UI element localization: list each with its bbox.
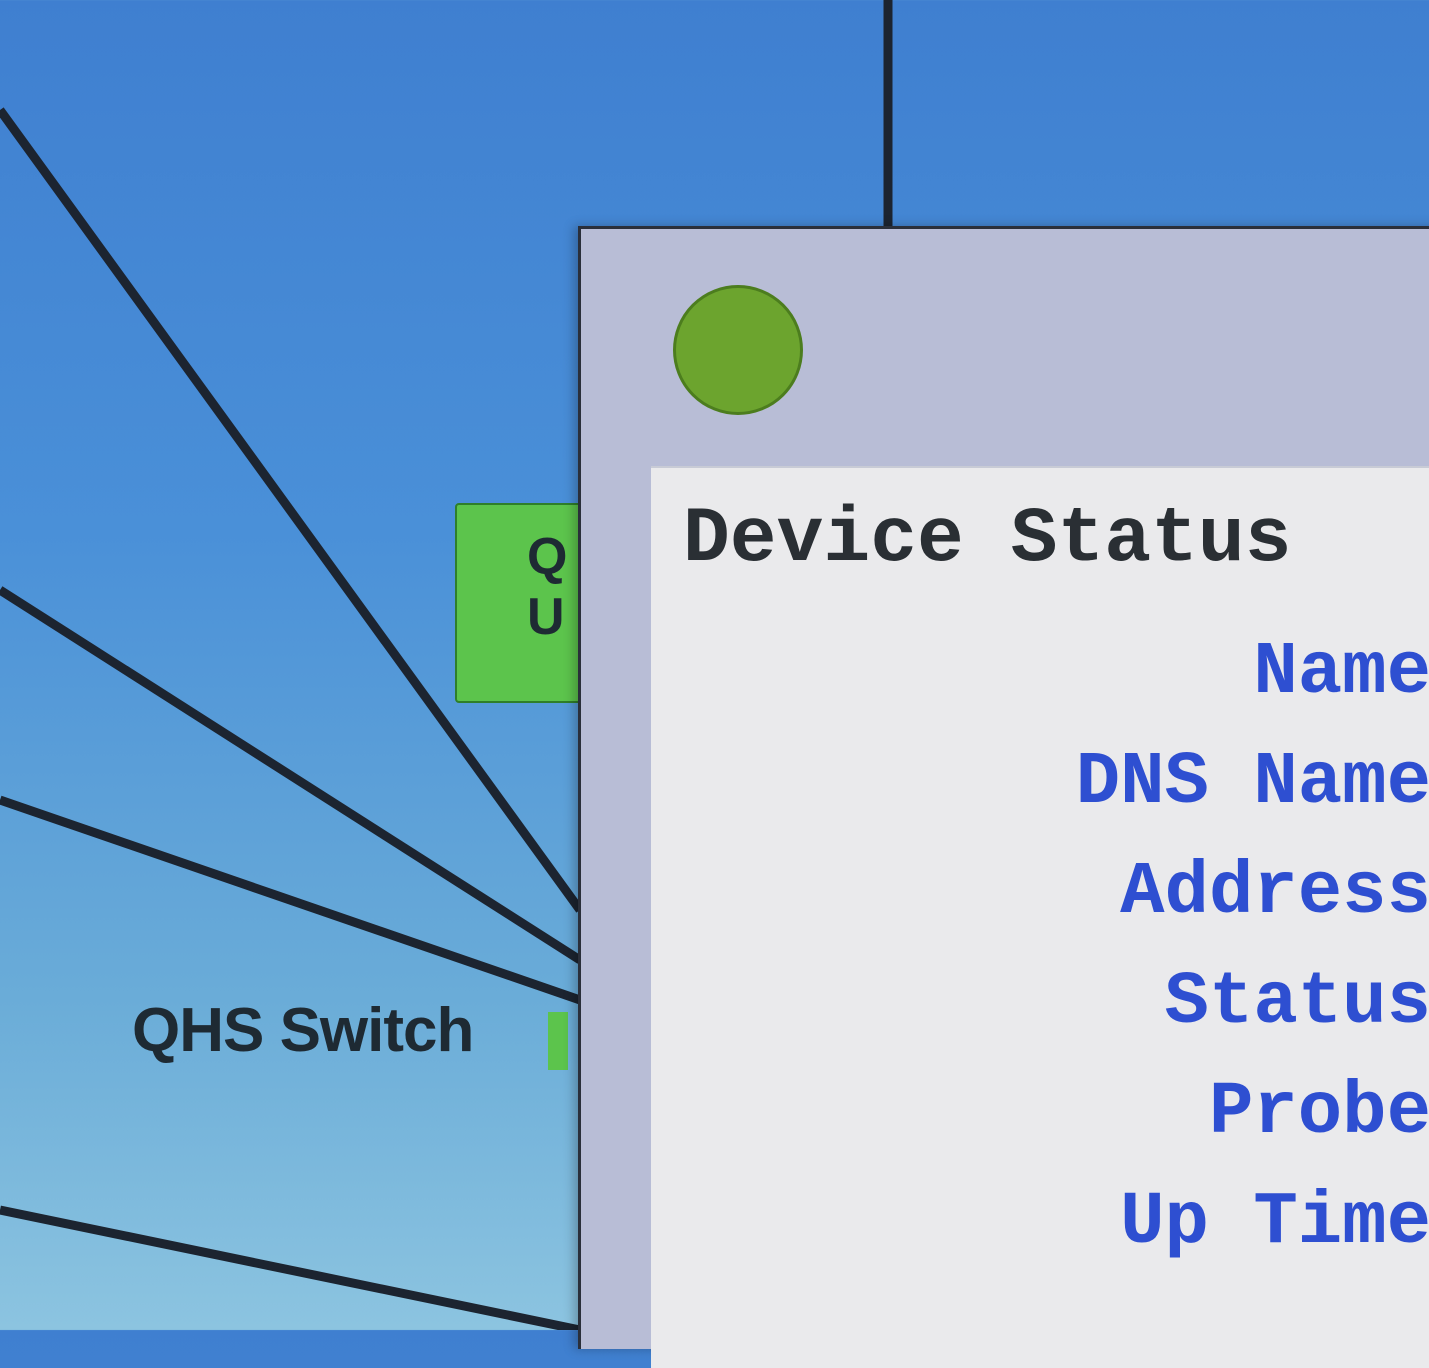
field-label-up-time: Up Time bbox=[1120, 1181, 1429, 1265]
panel-title: Device Status bbox=[683, 496, 1292, 584]
switch-caption[interactable]: QHS Switch bbox=[132, 995, 474, 1066]
field-label-dns-name: DNS Name bbox=[1075, 741, 1429, 825]
device-status-panel: Device Status Name DNS Name Address Stat… bbox=[651, 466, 1429, 1368]
field-label-status: Status bbox=[1164, 961, 1429, 1045]
status-led-icon bbox=[673, 285, 803, 415]
field-labels: Name DNS Name Address Status Probe Up Ti… bbox=[1076, 618, 1429, 1278]
field-label-probe: Probe bbox=[1208, 1071, 1429, 1155]
link-line bbox=[0, 1205, 581, 1330]
device-status-window[interactable]: Device Status Name DNS Name Address Stat… bbox=[578, 226, 1429, 1368]
field-label-address: Address bbox=[1120, 851, 1429, 935]
status-marker bbox=[548, 1012, 568, 1070]
field-label-name: Name bbox=[1253, 631, 1429, 715]
